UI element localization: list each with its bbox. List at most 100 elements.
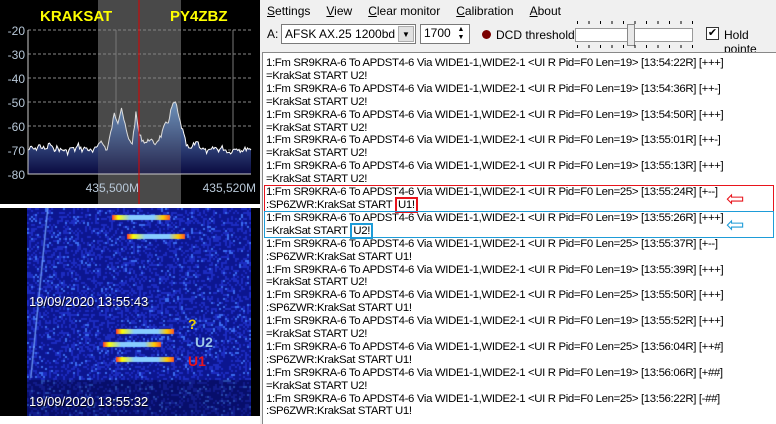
menu-about[interactable]: About [530, 4, 561, 18]
log-target: U2! [350, 379, 368, 392]
waterfall-timestamp-top: 19/09/2020 13:55:43 [29, 294, 149, 309]
log-target: U1! [395, 302, 412, 315]
x-tick-label: 435,500M [86, 181, 139, 195]
menu-view[interactable]: View [326, 4, 352, 18]
log-body-text: :SP6ZWR:KrakSat START [266, 405, 396, 418]
dcd-threshold-slider[interactable] [575, 24, 693, 46]
channel-label: A: [267, 27, 279, 41]
arrow-left-icon: ⇦ [726, 211, 745, 237]
log-target: U2! [350, 173, 368, 186]
spectrum-title-right: PY4ZBZ [170, 8, 228, 25]
modem-select[interactable]: AFSK AX.25 1200bd ▼ [281, 24, 416, 44]
log-body-text: :SP6ZWR:KrakSat START [266, 250, 396, 263]
log-entry: 1:Fm SR9KRA-6 To APDST4-6 Via WIDE1-1,WI… [266, 315, 776, 341]
log-target: U1! [395, 405, 412, 418]
dcd-led-icon [482, 30, 491, 39]
log-body-text: =KrakSat START [266, 121, 351, 134]
log-target: U2! [350, 276, 368, 289]
monitor-window: Settings View Clear monitor Calibration … [262, 0, 776, 424]
log-header: 1:Fm SR9KRA-6 To APDST4-6 Via WIDE1-1,WI… [266, 82, 721, 95]
log-body-text: =KrakSat START [266, 173, 351, 186]
log-header: 1:Fm SR9KRA-6 To APDST4-6 Via WIDE1-1,WI… [266, 160, 724, 173]
y-tick-label: -20 [8, 24, 26, 38]
log-body: :SP6ZWR:KrakSat START U1! [266, 354, 776, 367]
log-entry: 1:Fm SR9KRA-6 To APDST4-6 Via WIDE1-1,WI… [264, 210, 776, 239]
log-body-text: =KrakSat START [266, 276, 351, 289]
log-header: 1:Fm SR9KRA-6 To APDST4-6 Via WIDE1-1,WI… [266, 289, 724, 302]
y-tick-label: -70 [8, 144, 26, 158]
label-u1: U1 [188, 353, 206, 369]
menu-settings[interactable]: Settings [267, 4, 310, 18]
log-body-text: :SP6ZWR:KrakSat START [266, 302, 396, 315]
y-tick-label: -60 [8, 120, 26, 134]
log-target: U2! [350, 328, 368, 341]
y-tick-label: -80 [8, 168, 26, 182]
log-entry: 1:Fm SR9KRA-6 To APDST4-6 Via WIDE1-1,WI… [266, 238, 776, 264]
hold-pointer-checkbox[interactable]: ✔ [706, 27, 719, 40]
log-header: 1:Fm SR9KRA-6 To APDST4-6 Via WIDE1-1,WI… [266, 237, 718, 250]
highlight-box [264, 210, 774, 238]
menu-bar: Settings View Clear monitor Calibration … [262, 0, 776, 22]
log-target: U2! [350, 147, 368, 160]
log-body: =KrakSat START U2! [266, 147, 776, 160]
log-entry: 1:Fm SR9KRA-6 To APDST4-6 Via WIDE1-1,WI… [266, 83, 776, 109]
log-entry: 1:Fm SR9KRA-6 To APDST4-6 Via WIDE1-1,WI… [266, 289, 776, 315]
log-entry: 1:Fm SR9KRA-6 To APDST4-6 Via WIDE1-1,WI… [266, 367, 776, 393]
y-tick-label: -40 [8, 72, 26, 86]
log-header: 1:Fm SR9KRA-6 To APDST4-6 Via WIDE1-1,WI… [266, 366, 723, 379]
x-tick-label: 435,520M [203, 181, 256, 195]
log-entry: 1:Fm SR9KRA-6 To APDST4-6 Via WIDE1-1,WI… [266, 160, 776, 186]
log-target: U2! [350, 121, 368, 134]
spectrum-panel: -20 -30 -40 -50 -60 -70 -80 435,500M 435,520M KR… [0, 0, 260, 204]
highlight-box [264, 185, 774, 213]
slider-ticks-top [577, 21, 693, 24]
frequency-spinner[interactable]: 1700 ▲ ▼ [420, 24, 470, 44]
spin-arrows-icon[interactable]: ▲ ▼ [454, 26, 468, 42]
waterfall-image [27, 208, 251, 416]
left-panel: -20 -30 -40 -50 -60 -70 -80 435,500M 435,520M KR… [0, 0, 260, 424]
slider-thumb[interactable] [627, 24, 635, 46]
log-body: =KrakSat START U2! [266, 328, 776, 341]
log-header: 1:Fm SR9KRA-6 To APDST4-6 Via WIDE1-1,WI… [266, 315, 724, 328]
log-entry: 1:Fm SR9KRA-6 To APDST4-6 Via WIDE1-1,WI… [266, 393, 776, 419]
log-body: =KrakSat START U2! [266, 380, 776, 393]
slider-ticks-bottom [577, 45, 693, 48]
toolbar: A: AFSK AX.25 1200bd ▼ 1700 ▲ ▼ DCD thresho… [262, 21, 776, 56]
log-body-text: =KrakSat START [266, 328, 351, 341]
log-entry: 1:Fm SR9KRA-6 To APDST4-6 Via WIDE1-1,WI… [266, 264, 776, 290]
log-body: =KrakSat START U2! [266, 276, 776, 289]
log-body-text: :SP6ZWR:KrakSat START [266, 353, 396, 366]
frequency-value: 1700 [424, 26, 451, 40]
log-body-text: =KrakSat START [266, 379, 351, 392]
label-unknown: ? [188, 316, 197, 332]
log-entry: 1:Fm SR9KRA-6 To APDST4-6 Via WIDE1-1,WI… [266, 57, 776, 83]
log-target: U1! [395, 353, 412, 366]
log-target: U2! [350, 95, 368, 108]
y-tick-label: -50 [8, 96, 26, 110]
monitor-log[interactable]: 1:Fm SR9KRA-6 To APDST4-6 Via WIDE1-1,WI… [262, 52, 776, 424]
log-header: 1:Fm SR9KRA-6 To APDST4-6 Via WIDE1-1,WI… [266, 263, 724, 276]
log-header: 1:Fm SR9KRA-6 To APDST4-6 Via WIDE1-1,WI… [266, 392, 720, 405]
log-body: :SP6ZWR:KrakSat START U1! [266, 405, 776, 418]
spectrum-chart: -20 -30 -40 -50 -60 -70 -80 435,500M 435,520M [8, 0, 256, 204]
log-body: =KrakSat START U2! [266, 96, 776, 109]
chevron-down-icon[interactable]: ▼ [398, 26, 414, 42]
log-entry: 1:Fm SR9KRA-6 To APDST4-6 Via WIDE1-1,WI… [266, 109, 776, 135]
log-body-text: =KrakSat START [266, 95, 351, 108]
log-target: U2! [350, 69, 368, 82]
waterfall-timestamp-bottom: 19/09/2020 13:55:32 [29, 394, 149, 409]
log-body: =KrakSat START U2! [266, 70, 776, 83]
log-header: 1:Fm SR9KRA-6 To APDST4-6 Via WIDE1-1,WI… [266, 57, 724, 69]
dcd-label: DCD threshold [496, 28, 575, 42]
log-body: :SP6ZWR:KrakSat START U1! [266, 302, 776, 315]
log-entry: 1:Fm SR9KRA-6 To APDST4-6 Via WIDE1-1,WI… [264, 185, 776, 213]
label-u2: U2 [195, 334, 213, 350]
menu-clear-monitor[interactable]: Clear monitor [368, 4, 440, 18]
waterfall-panel: 19/09/2020 13:55:43 19/09/2020 13:55:32 … [0, 208, 260, 416]
y-tick-label: -30 [8, 48, 26, 62]
log-header: 1:Fm SR9KRA-6 To APDST4-6 Via WIDE1-1,WI… [266, 340, 724, 353]
log-header: 1:Fm SR9KRA-6 To APDST4-6 Via WIDE1-1,WI… [266, 108, 724, 121]
log-entry: 1:Fm SR9KRA-6 To APDST4-6 Via WIDE1-1,WI… [266, 341, 776, 367]
menu-calibration[interactable]: Calibration [456, 4, 513, 18]
log-body-text: =KrakSat START [266, 147, 351, 160]
